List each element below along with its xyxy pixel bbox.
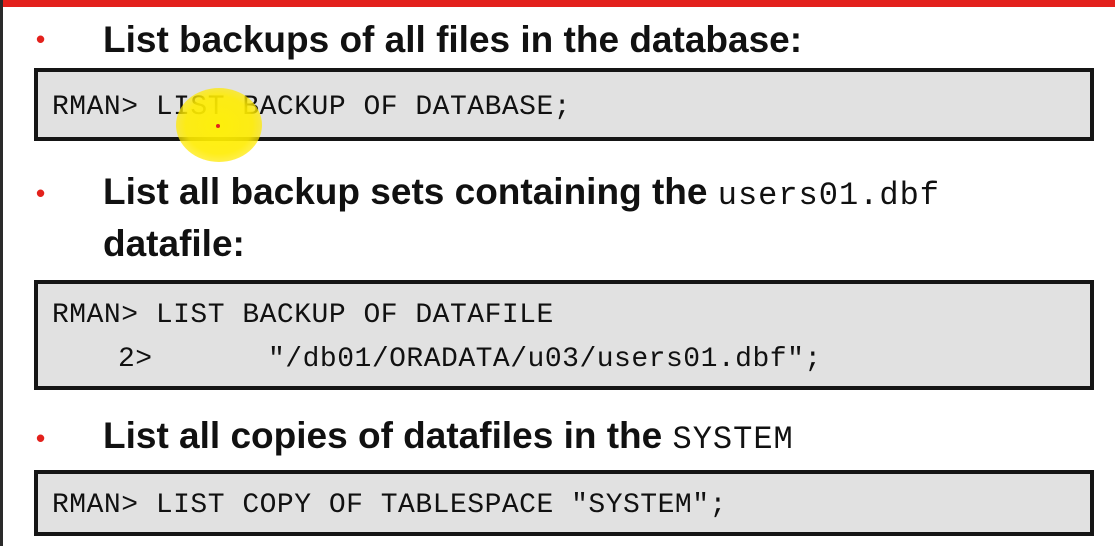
code-block-list-copy: RMAN> LIST COPY OF TABLESPACE "SYSTEM"; [34, 470, 1094, 536]
slide-left-border [0, 0, 3, 546]
bullet-icon: • [36, 423, 46, 453]
mouse-pointer-dot-icon [216, 124, 220, 128]
code-line-path: "/db01/ORADATA/u03/users01.dbf"; [268, 344, 822, 375]
bullet-text-prefix: List all backup sets containing the [103, 171, 708, 212]
bullet-icon: • [36, 24, 46, 54]
title-accent-bar [0, 0, 1115, 7]
bullet-text-list-datafile: List all backup sets containing the user… [103, 166, 1093, 222]
code-line: RMAN> LIST BACKUP OF DATAFILE [52, 300, 554, 331]
code-block-list-datafile: RMAN> LIST BACKUP OF DATAFILE 2> "/db01/… [34, 280, 1094, 390]
bullet-text-list-database: List backups of all files in the databas… [103, 19, 803, 60]
bullet-icon: • [36, 178, 46, 208]
code-line-prompt: 2> [118, 344, 153, 375]
bullet-text-list-copies: List all copies of datafiles in the SYST… [103, 410, 1093, 466]
tablespace-name: SYSTEM [672, 421, 794, 458]
bullet-text-line2: datafile: [103, 223, 245, 264]
bullet-text-prefix: List all copies of datafiles in the [103, 415, 663, 456]
code-line: RMAN> LIST BACKUP OF DATABASE; [52, 92, 572, 123]
datafile-name: users01.dbf [717, 177, 940, 214]
code-line: RMAN> LIST COPY OF TABLESPACE "SYSTEM"; [52, 490, 727, 521]
slide: • List backups of all files in the datab… [0, 0, 1115, 546]
